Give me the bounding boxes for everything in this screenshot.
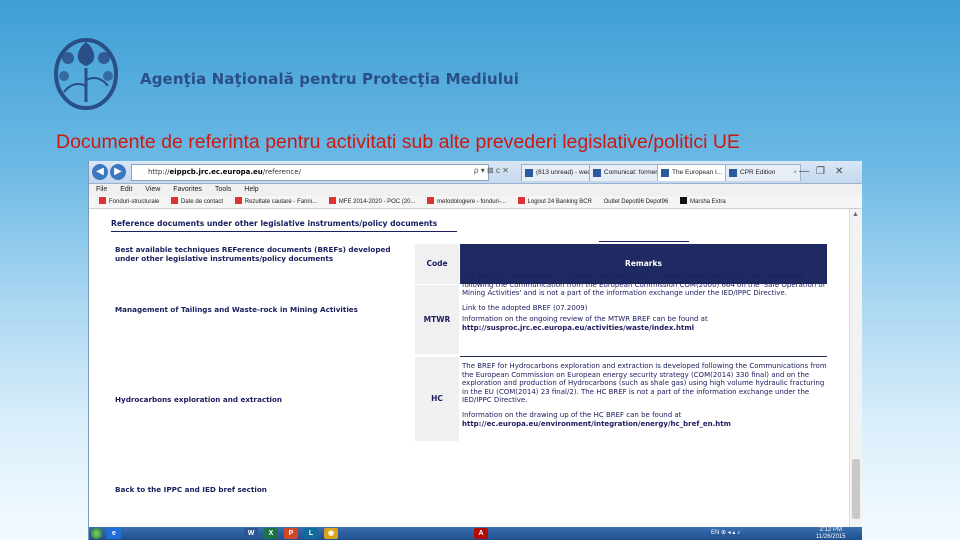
favorite-item[interactable]: Marsha Extra: [679, 197, 726, 205]
url-input[interactable]: http://eippcb.jrc.ec.europa.eu/reference…: [131, 164, 489, 181]
menu-view[interactable]: View: [145, 186, 160, 193]
tab-label: (813 unread) - wed: [536, 169, 591, 176]
minimize-icon[interactable]: —: [799, 166, 809, 177]
web-page-content: Reference documents under other legislat…: [89, 209, 849, 527]
windows-taskbar: e W X P L ◉ A EN ⊕ ◂ ▴ ♪ 2:12 PM 11/26/20…: [89, 527, 862, 540]
anpm-logo: [54, 38, 118, 110]
agency-name: Agenţia Naţională pentru Protecţia Mediu…: [140, 70, 519, 88]
page-heading: Reference documents under other legislat…: [111, 219, 457, 232]
favorite-icon: [427, 197, 435, 204]
url-path: /reference/: [262, 168, 301, 176]
hc-bref-link[interactable]: http://ec.europa.eu/environment/integrat…: [462, 420, 731, 428]
chrome-icon[interactable]: ◉: [324, 528, 338, 539]
favorite-label: Outlet Depot96 Depot96: [603, 199, 669, 205]
favorite-item[interactable]: Fonduri-structurale: [99, 197, 160, 205]
url-prefix: http://: [148, 168, 170, 176]
start-button-icon[interactable]: [91, 528, 102, 539]
row-label-hc[interactable]: Hydrocarbons exploration and extraction: [115, 395, 385, 404]
mail-icon: [525, 169, 533, 177]
scrollbar-thumb[interactable]: [852, 459, 860, 519]
back-to-ippc-link[interactable]: Back to the IPPC and IED bref section: [115, 485, 267, 494]
code-cell-hc: HC: [415, 357, 459, 441]
header-accent-line: [599, 241, 689, 242]
browser-tab[interactable]: CPR Edition ×: [725, 164, 801, 181]
favorite-item[interactable]: MFE 2014-2020 - POC (20...: [328, 197, 416, 205]
adopted-bref-link[interactable]: Link to the adopted BREF (07.2009): [462, 304, 827, 313]
favorite-item[interactable]: Rezultate cautare - Fanni...: [234, 197, 318, 205]
slide-title: Documente de referinta pentru activitati…: [56, 131, 740, 153]
tab-label: The European I...: [672, 169, 723, 176]
clock-date: 11/26/2015: [816, 533, 846, 540]
favorite-label: Logout 24 Banking BCR: [527, 199, 592, 205]
favorite-item[interactable]: Logout 24 Banking BCR: [517, 197, 592, 205]
remarks-cell-mtwr: The BREF for Management of Tailings and …: [460, 272, 827, 356]
tab-label: CPR Edition: [740, 169, 776, 176]
eu-flag-icon: [661, 169, 669, 177]
mtwr-review-link[interactable]: http://susproc.jrc.ec.europa.eu/activiti…: [462, 324, 694, 332]
excel-icon[interactable]: X: [264, 528, 278, 539]
favorite-label: Fonduri-structurale: [109, 199, 160, 205]
address-bar-row: ◀ ▶ http://eippcb.jrc.ec.europa.eu/refer…: [89, 161, 862, 184]
menu-help[interactable]: Help: [244, 186, 258, 193]
menu-edit[interactable]: Edit: [120, 186, 132, 193]
row-label-mtwr[interactable]: Management of Tailings and Waste-rock in…: [115, 305, 385, 314]
favorite-icon: [234, 197, 242, 204]
page-icon: [593, 169, 601, 177]
close-window-icon[interactable]: ✕: [835, 166, 843, 177]
clock[interactable]: 2:12 PM 11/26/2015: [816, 527, 846, 540]
vertical-scrollbar[interactable]: ▲: [849, 209, 862, 527]
system-tray: EN ⊕ ◂ ▴ ♪: [711, 527, 740, 540]
favorite-icon: [679, 197, 687, 204]
favorite-icon: [171, 197, 179, 204]
back-arrow-icon[interactable]: ◀: [92, 164, 108, 180]
remarks-text: The BREF for Hydrocarbons exploration an…: [462, 362, 827, 405]
remarks-text: Information on the drawing up of the HC …: [462, 410, 682, 419]
favorite-label: metodologiere - fonduri-...: [437, 199, 506, 205]
bref-category-label: Best available techniques REFerence docu…: [115, 245, 391, 263]
browser-screenshot: ◀ ▶ http://eippcb.jrc.ec.europa.eu/refer…: [88, 161, 862, 540]
favorites-bar: Fonduri-structurale Date de contact Rezu…: [89, 196, 862, 209]
menu-favorites[interactable]: Favorites: [173, 186, 202, 193]
tray-icons[interactable]: ⊕ ◂ ▴ ♪: [721, 530, 740, 536]
favorite-icon: [517, 197, 525, 204]
word-icon[interactable]: W: [244, 528, 258, 539]
scroll-up-icon[interactable]: ▲: [852, 211, 859, 218]
ie-icon[interactable]: e: [107, 528, 121, 539]
favorite-label: Marsha Extra: [689, 199, 726, 205]
favorite-label: Rezultate cautare - Fanni...: [244, 199, 318, 205]
favorite-icon: [328, 197, 336, 204]
favorite-label: Date de contact: [181, 199, 224, 205]
url-host: eippcb.jrc.ec.europa.eu: [169, 168, 263, 176]
favorite-item[interactable]: metodologiere - fonduri-...: [427, 197, 506, 205]
favorite-label: MFE 2014-2020 - POC (20...: [338, 199, 416, 205]
row-divider: [460, 356, 827, 357]
favorite-item[interactable]: Date de contact: [171, 197, 224, 205]
remarks-text: The BREF for Management of Tailings and …: [462, 272, 826, 298]
column-header-code: Code: [415, 244, 459, 284]
forward-arrow-icon[interactable]: ▶: [110, 164, 126, 180]
favorite-icon: [99, 197, 106, 204]
menu-tools[interactable]: Tools: [215, 186, 231, 193]
remarks-cell-hc: The BREF for Hydrocarbons exploration an…: [460, 362, 827, 442]
close-tab-icon[interactable]: ×: [793, 165, 797, 181]
lync-icon[interactable]: L: [304, 528, 318, 539]
powerpoint-icon[interactable]: P: [284, 528, 298, 539]
menu-file[interactable]: File: [96, 186, 107, 193]
favorite-item[interactable]: Outlet Depot96 Depot96: [604, 199, 669, 205]
maximize-icon[interactable]: ❐: [816, 166, 825, 177]
acrobat-icon[interactable]: A: [474, 528, 488, 539]
remarks-text: Information on the ongoing review of the…: [462, 315, 708, 324]
language-indicator[interactable]: EN: [711, 530, 719, 536]
menu-bar: File Edit View Favorites Tools Help: [89, 184, 862, 196]
page-icon: [729, 169, 737, 177]
code-cell-mtwr: MTWR: [415, 285, 459, 354]
clock-time: 2:12 PM: [819, 527, 842, 533]
url-controls[interactable]: ρ ▾ ⊠ c ✕: [474, 166, 509, 175]
